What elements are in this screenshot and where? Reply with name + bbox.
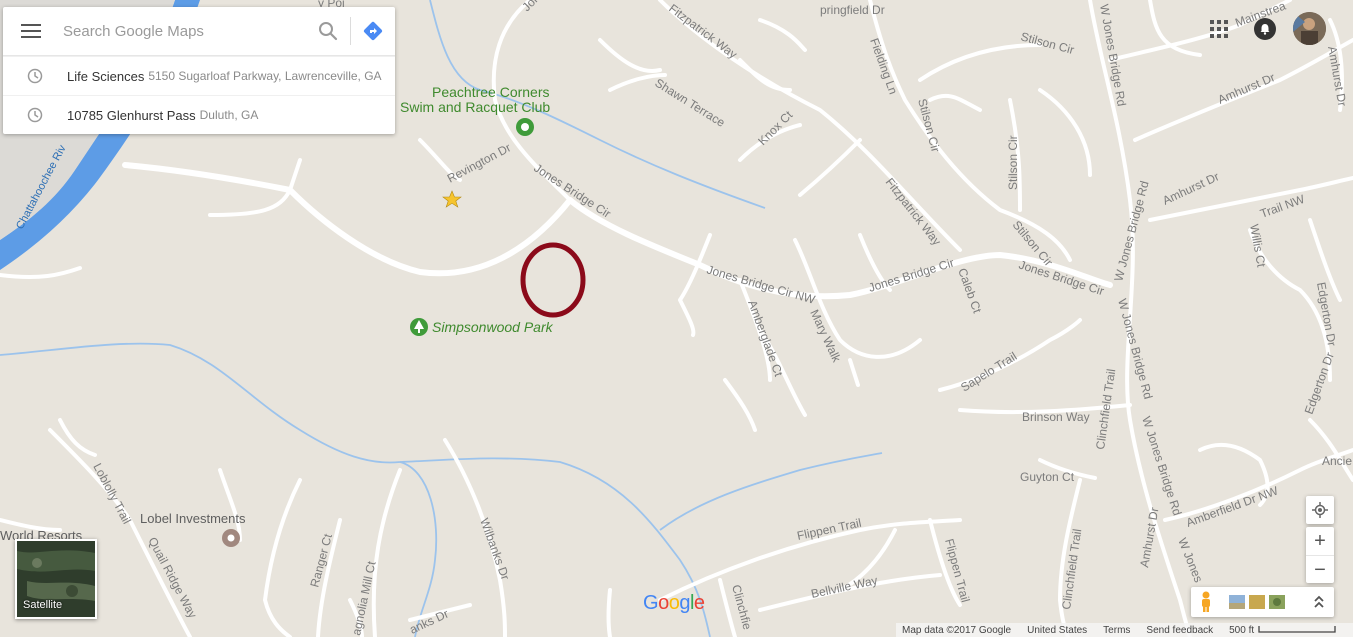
country-link[interactable]: United States (1027, 625, 1087, 636)
road-label: Guyton Ct (1020, 470, 1075, 484)
history-item[interactable]: Life Sciences 5150 Sugarloaf Parkway, La… (3, 56, 395, 95)
park-label[interactable]: Simpsonwood Park (432, 319, 554, 335)
search-input[interactable] (59, 16, 306, 46)
logo-letter: e (693, 592, 705, 614)
satellite-toggle[interactable]: Satellite (15, 539, 97, 619)
history-item[interactable]: 10785 Glenhurst Pass Duluth, GA (3, 95, 395, 134)
logo-letter: o (668, 592, 680, 614)
zoom-in-button[interactable]: + (1306, 527, 1334, 556)
history-subtitle: 5150 Sugarloaf Parkway, Lawrenceville, G… (148, 69, 382, 83)
satellite-label: Satellite (23, 599, 63, 611)
bell-icon (1260, 24, 1270, 35)
apps-button[interactable] (1208, 18, 1230, 40)
my-location-button[interactable] (1306, 496, 1334, 524)
directions-icon (363, 21, 383, 41)
footer-bar: Map data ©2017 Google United States Term… (896, 623, 1353, 637)
clock-icon (27, 107, 43, 123)
pegman-icon[interactable] (1199, 591, 1213, 613)
avatar[interactable] (1293, 12, 1326, 45)
swim-club-pin-icon[interactable] (516, 118, 534, 136)
search-icon (319, 22, 338, 41)
scale-bar (1258, 626, 1336, 633)
search-panel: Life Sciences 5150 Sugarloaf Parkway, La… (3, 7, 395, 134)
lobel-pin-icon[interactable] (222, 529, 240, 547)
park-pin-icon[interactable] (410, 318, 428, 336)
terms-link[interactable]: Terms (1103, 625, 1130, 636)
zoom-control: + − (1306, 527, 1334, 583)
road-label: Ancie (1322, 454, 1352, 468)
road-label: Brinson Way (1022, 410, 1090, 424)
imagery-bar (1191, 587, 1334, 617)
logo-letter: g (679, 592, 690, 614)
swim-club-label[interactable]: Peachtree Corners (432, 84, 550, 100)
history-title: 10785 Glenhurst Pass (67, 107, 196, 123)
road-label: Stilson Cir (1006, 135, 1020, 190)
my-location-icon (1312, 502, 1328, 518)
road-label: pringfield Dr (820, 3, 885, 17)
imagery-thumbnails[interactable] (1229, 595, 1285, 609)
zoom-out-button[interactable]: − (1306, 556, 1334, 584)
map-data-text: Map data ©2017 Google (902, 624, 1012, 636)
directions-button[interactable] (351, 7, 395, 55)
history-subtitle: Duluth, GA (199, 108, 259, 122)
history-title: Life Sciences (67, 68, 145, 84)
notifications-button[interactable] (1254, 18, 1276, 40)
scale-label: 500 ft (1229, 624, 1255, 636)
search-button[interactable] (306, 7, 350, 55)
lobel-label[interactable]: Lobel Investments (140, 511, 246, 526)
swim-club-label[interactable]: Swim and Racquet Club (400, 99, 550, 115)
hamburger-icon (21, 24, 41, 38)
google-logo: Google (643, 592, 705, 615)
logo-letter: G (643, 592, 659, 614)
clock-icon (27, 68, 43, 84)
apps-grid-icon (1210, 20, 1228, 38)
expand-up-icon[interactable] (1313, 595, 1325, 609)
send-feedback-link[interactable]: Send feedback (1146, 625, 1213, 636)
avatar-image (1293, 12, 1326, 45)
logo-letter: o (658, 592, 669, 614)
menu-button[interactable] (3, 7, 59, 55)
search-row (3, 7, 395, 56)
